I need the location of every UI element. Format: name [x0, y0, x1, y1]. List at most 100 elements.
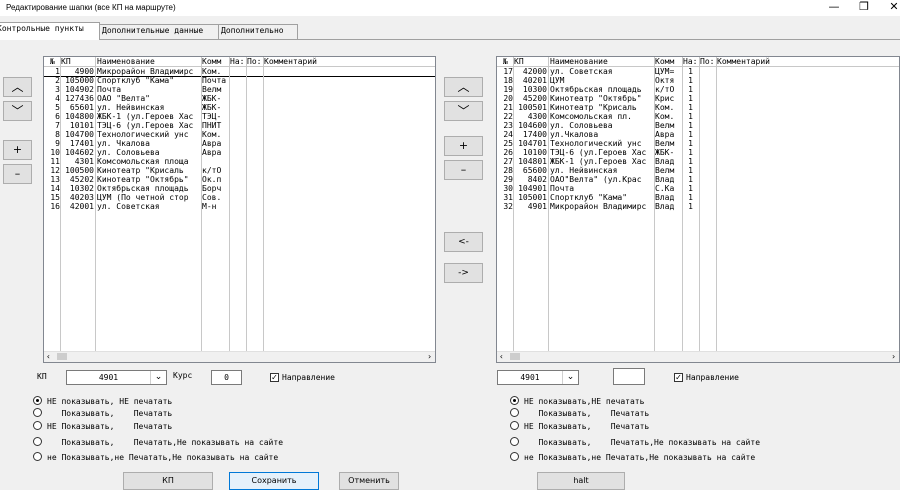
table-row[interactable]: 19 10300 Октябрьская площадь к/тО 1: [497, 85, 899, 94]
table-row[interactable]: 13 45202 Кинотеатр "Октябрь" Ок.п: [44, 175, 435, 184]
radio-left-1[interactable]: [33, 408, 42, 417]
table-row[interactable]: 17 42000 ул. Советская ЦУМ= 1: [497, 67, 899, 76]
table-row[interactable]: 7 10101 ТЭЦ-6 (ул.Героев Хас ПНИТ: [44, 121, 435, 130]
table-cell: М-н: [202, 202, 217, 211]
table-cell: [264, 85, 434, 94]
table-cell: Ком.: [202, 67, 222, 76]
table-row[interactable]: 21 100501 Кинотеатр "Крисаль Ком. 1: [497, 103, 899, 112]
table-cell: ЖБК-1 (ул.Героев Хас: [550, 157, 647, 166]
radio-left-0[interactable]: [33, 396, 42, 405]
table-row[interactable]: 29 8402 ОАО"Велта" (ул.Крас Влад 1: [497, 175, 899, 184]
radio-left-4[interactable]: [33, 452, 42, 461]
table-row[interactable]: 12 100500 Кинотеатр "Крисаль к/тО: [44, 166, 435, 175]
radio-right-1[interactable]: [510, 408, 519, 417]
scroll-thumb[interactable]: [57, 353, 67, 360]
scroll-left-icon[interactable]: ‹: [46, 352, 51, 361]
table-row[interactable]: 25 104701 Технологический унс Велм 1: [497, 139, 899, 148]
horizontal-scrollbar[interactable]: ‹ ›: [497, 351, 899, 362]
table-row[interactable]: 1 4900 Микрорайон Владимирс Ком.: [44, 66, 435, 77]
table-cell: 1: [688, 76, 693, 85]
table-cell: 29: [503, 175, 513, 184]
table-row[interactable]: 5 65601 ул. Нейвинская ЖБК-: [44, 103, 435, 112]
table-row[interactable]: 11 4301 Комсомольская площа: [44, 157, 435, 166]
table-cell: [247, 121, 262, 130]
table-cell: 100501: [518, 103, 547, 112]
table-row[interactable]: 30 104901 Почта С.Ка 1: [497, 184, 899, 193]
table-row[interactable]: 24 17400 ул.Чкалова Авра 1: [497, 130, 899, 139]
table-row[interactable]: 32 4901 Микрорайон Владимирс Влад 1: [497, 202, 899, 211]
scroll-thumb[interactable]: [510, 353, 520, 360]
window-title: Редактирование шапки (все КП на маршруте…: [6, 3, 176, 12]
table-cell: [717, 76, 887, 85]
table-row[interactable]: 16 42001 ул. Советская М-н: [44, 202, 435, 211]
scroll-right-icon[interactable]: ›: [891, 352, 896, 361]
add-button-right[interactable]: +: [444, 136, 483, 156]
minimize-button[interactable]: —: [820, 0, 848, 16]
table-row[interactable]: 22 4300 Комсомольская пл. Ком. 1: [497, 112, 899, 121]
tab-additional-data[interactable]: Дополнительные данные: [99, 24, 219, 39]
move-up-button-right[interactable]: ︿: [444, 77, 483, 97]
right-points-grid[interactable]: № КП Наименование Комм На: По: Комментар…: [496, 56, 900, 363]
halt-button[interactable]: halt: [537, 472, 625, 490]
tab-additional[interactable]: Дополнительно: [218, 24, 298, 39]
move-left-button[interactable]: <-: [444, 232, 483, 252]
table-cell: 1: [688, 166, 693, 175]
scroll-left-icon[interactable]: ‹: [499, 352, 504, 361]
table-row[interactable]: 8 104700 Технологический унс Ком.: [44, 130, 435, 139]
table-cell: [230, 157, 245, 166]
table-row[interactable]: 20 45200 Кинотеатр "Октябрь" Крис 1: [497, 94, 899, 103]
table-row[interactable]: 26 10100 ТЭЦ-6 (ул.Героев Хас ЖБК- 1: [497, 148, 899, 157]
kp-select-left[interactable]: 4901 ⌄: [66, 370, 167, 385]
table-row[interactable]: 31 105001 Спортклуб "Кама" Влад 1: [497, 193, 899, 202]
radio-right-0[interactable]: [510, 396, 519, 405]
course-input-right[interactable]: [613, 368, 645, 385]
move-right-button[interactable]: ->: [444, 263, 483, 283]
table-cell: Влад: [655, 202, 675, 211]
table-row[interactable]: 10 104602 ул. Соловьева Авра: [44, 148, 435, 157]
remove-button-left[interactable]: –: [3, 164, 32, 184]
tab-control-points[interactable]: Контрольные пункты: [0, 22, 100, 40]
save-button[interactable]: Сохранить: [229, 472, 319, 490]
radio-right-2[interactable]: [510, 421, 519, 430]
table-row[interactable]: 23 104600 ул. Соловьева Велм 1: [497, 121, 899, 130]
chevron-down-icon[interactable]: ⌄: [562, 371, 578, 384]
close-button[interactable]: ✕: [880, 0, 900, 16]
direction-checkbox-right[interactable]: ✓: [674, 373, 683, 382]
kp-button[interactable]: КП: [123, 472, 213, 490]
chevron-down-icon[interactable]: ⌄: [150, 371, 166, 384]
table-row[interactable]: 27 104801 ЖБК-1 (ул.Героев Хас Влад 1: [497, 157, 899, 166]
table-cell: [230, 175, 245, 184]
horizontal-scrollbar[interactable]: ‹ ›: [44, 351, 435, 362]
table-cell: 104602: [65, 148, 94, 157]
direction-checkbox-left[interactable]: ✓: [270, 373, 279, 382]
move-down-button-left[interactable]: ﹀: [3, 101, 32, 121]
table-cell: 1: [688, 67, 693, 76]
radio-left-3[interactable]: [33, 437, 42, 446]
table-row[interactable]: 3 104902 Почта Велм: [44, 85, 435, 94]
cancel-button[interactable]: Отменить: [339, 472, 399, 490]
table-row[interactable]: 6 104800 ЖБК-1 (ул.Героев Хас ТЭЦ-: [44, 112, 435, 121]
table-row[interactable]: 2 105000 Спортклуб "Кама" Почта: [44, 76, 435, 85]
left-points-grid[interactable]: № КП Наименование Комм На: По: Комментар…: [43, 56, 436, 363]
radio-left-2[interactable]: [33, 421, 42, 430]
table-row[interactable]: 9 17401 ул. Чкалова Авра: [44, 139, 435, 148]
table-row[interactable]: 14 10302 Октябрьская площадь Борч: [44, 184, 435, 193]
remove-button-right[interactable]: –: [444, 160, 483, 180]
radio-right-4[interactable]: [510, 452, 519, 461]
column-divider: [548, 57, 549, 351]
scroll-right-icon[interactable]: ›: [427, 352, 432, 361]
move-up-button-left[interactable]: ︿: [3, 77, 32, 97]
maximize-button[interactable]: ❐: [850, 0, 878, 16]
course-input-left[interactable]: 0: [211, 370, 242, 385]
table-cell: [202, 157, 228, 166]
table-row[interactable]: 15 40203 ЦУМ (По четной стор Сов.: [44, 193, 435, 202]
table-row[interactable]: 28 65600 ул. Нейвинская Велм 1: [497, 166, 899, 175]
table-row[interactable]: 18 40201 ЦУМ Октя 1: [497, 76, 899, 85]
kp-select-right[interactable]: 4901 ⌄: [497, 370, 579, 385]
add-button-left[interactable]: +: [3, 140, 32, 160]
table-cell: Комсомольская площа: [97, 157, 189, 166]
move-down-button-right[interactable]: ﹀: [444, 101, 483, 121]
table-cell: 17400: [522, 130, 547, 139]
table-row[interactable]: 4 127436 ОАО "Велта" ЖБК-: [44, 94, 435, 103]
radio-right-3[interactable]: [510, 437, 519, 446]
